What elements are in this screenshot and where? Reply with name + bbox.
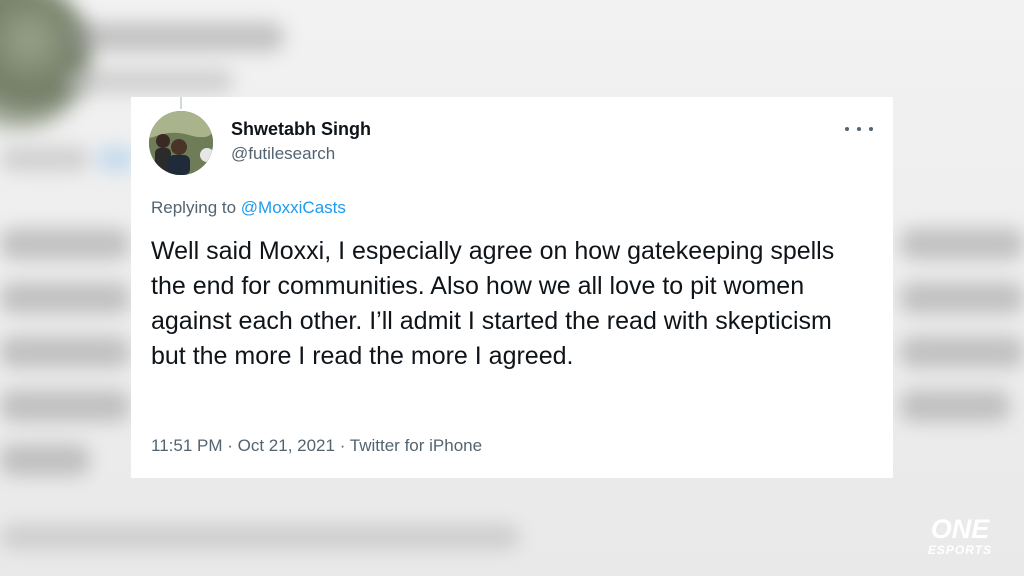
blurred-meta: [0, 524, 520, 550]
more-options-button[interactable]: [845, 119, 873, 139]
blurred-text-line: [900, 336, 1024, 368]
blurred-text-line: [0, 390, 130, 422]
blurred-text-line: [0, 444, 90, 476]
thread-connector-line: [180, 97, 182, 109]
avatar-photo-icon: [149, 111, 213, 175]
blurred-reply-link: [96, 146, 136, 172]
replying-to-link[interactable]: @MoxxiCasts: [241, 198, 346, 217]
meta-separator: ·: [222, 436, 238, 455]
blurred-name: [64, 22, 284, 52]
blurred-avatar: [0, 0, 90, 130]
tweet-time[interactable]: 11:51 PM: [151, 436, 223, 455]
tweet-date[interactable]: Oct 21, 2021: [238, 436, 335, 455]
more-horizontal-icon: [845, 127, 849, 131]
one-esports-logo: ONE ESPORTS: [928, 514, 992, 557]
avatar[interactable]: [149, 111, 213, 175]
blurred-text-line: [0, 336, 130, 368]
tweet-source[interactable]: Twitter for iPhone: [350, 436, 482, 455]
author-handle[interactable]: @futilesearch: [231, 144, 335, 164]
more-horizontal-icon: [869, 127, 873, 131]
blurred-text-line: [900, 228, 1024, 260]
replying-to-line: Replying to @MoxxiCasts: [151, 198, 346, 218]
logo-brand-top: ONE: [931, 514, 991, 544]
blurred-reply: [0, 146, 90, 172]
blurred-text-line: [900, 390, 1010, 422]
blurred-text-line: [900, 282, 1024, 314]
tweet-text: Well said Moxxi, I especially agree on h…: [151, 237, 835, 370]
blurred-text-line: [0, 282, 130, 314]
meta-separator: ·: [334, 436, 350, 455]
more-horizontal-icon: [857, 127, 861, 131]
tweet-meta: 11:51 PM · Oct 21, 2021 · Twitter for iP…: [151, 436, 482, 456]
blurred-handle: [64, 68, 234, 94]
replying-to-label: Replying to: [151, 198, 241, 217]
logo-brand-bottom: ESPORTS: [928, 543, 992, 557]
tweet-card: Shwetabh Singh @futilesearch Replying to…: [131, 97, 893, 478]
blurred-text-line: [0, 228, 130, 260]
author-name[interactable]: Shwetabh Singh: [231, 119, 371, 140]
